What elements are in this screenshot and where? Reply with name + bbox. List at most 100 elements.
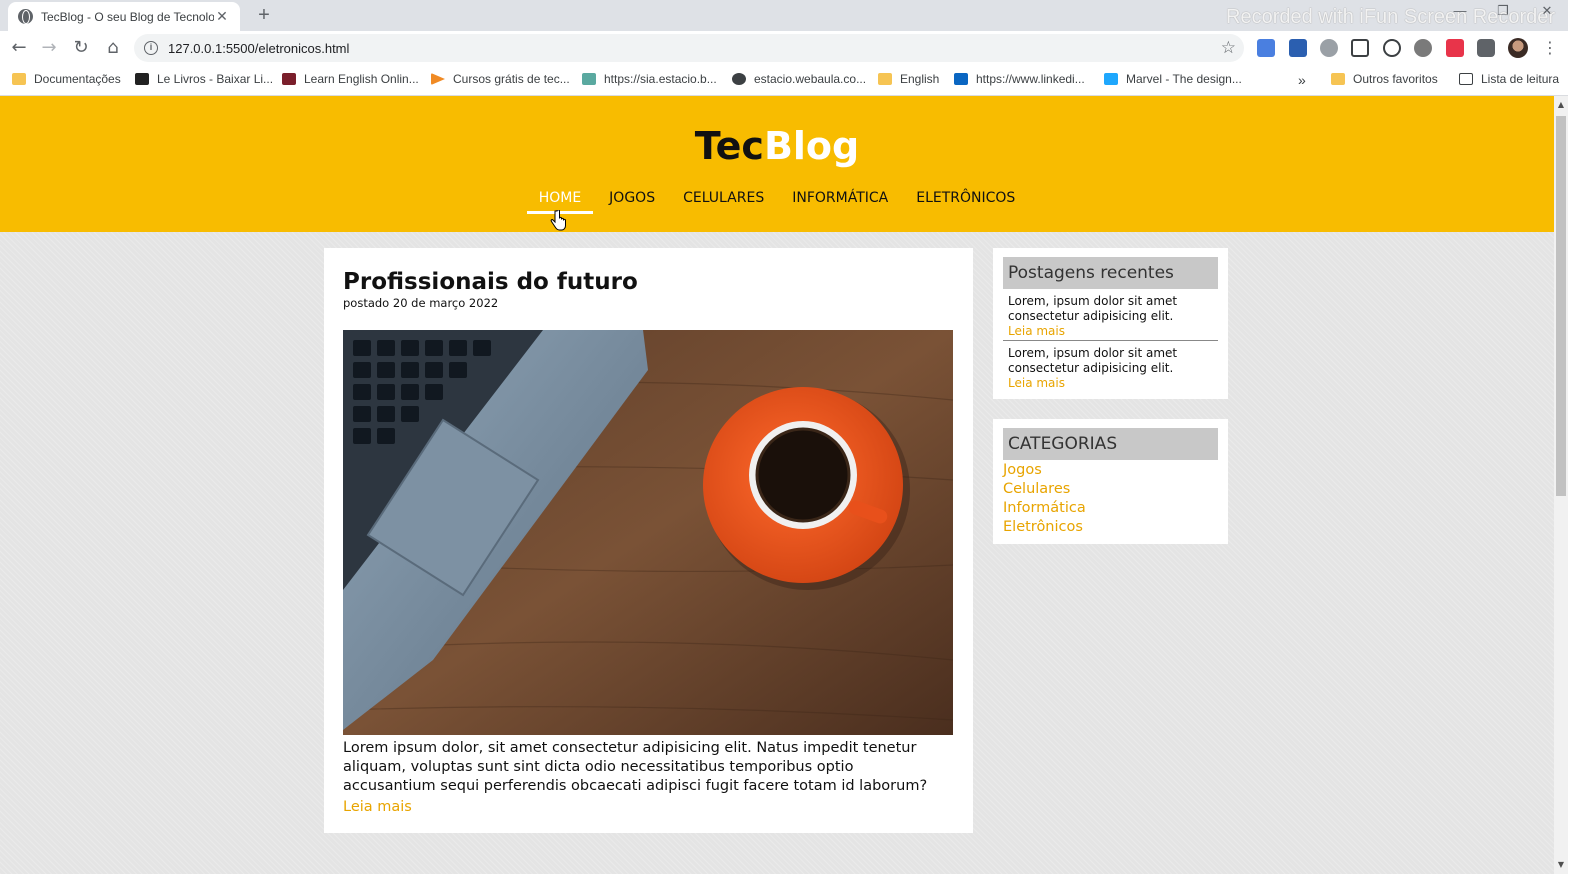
post-excerpt: Lorem ipsum dolor, sit amet consectetur …: [343, 740, 928, 794]
translate-extension-icon[interactable]: [1257, 39, 1275, 57]
nav-celulares[interactable]: CELULARES: [669, 188, 778, 218]
category-link-informatica[interactable]: Informática: [1003, 499, 1218, 518]
marvel-icon: [1104, 73, 1118, 85]
logo-blog: Blog: [763, 124, 860, 168]
post-date: postado 20 de março 2022: [343, 296, 499, 310]
bookmark-item[interactable]: Documentações: [12, 72, 121, 86]
window-close-button[interactable]: ✕: [1527, 0, 1567, 31]
bookmark-item[interactable]: Learn English Onlin...: [282, 72, 419, 86]
bookmark-label: Cursos grátis de tec...: [453, 72, 570, 86]
window-restore-button[interactable]: ❐: [1483, 0, 1523, 31]
puzzle-extensions-icon[interactable]: [1477, 39, 1495, 57]
folder-icon: [878, 73, 892, 85]
bookmark-item[interactable]: Outros favoritos: [1331, 72, 1438, 86]
screenshot-extension-icon[interactable]: [1351, 39, 1369, 57]
tab-strip: TecBlog - O seu Blog de Tecnolo ✕ + Reco…: [0, 0, 1594, 31]
book-icon: [135, 73, 149, 85]
recent-posts-title: Postagens recentes: [1003, 257, 1218, 289]
globe-icon: [732, 73, 746, 85]
window-edge: [1568, 0, 1594, 874]
address-bar[interactable]: i 127.0.0.1:5500/eletronicos.html ☆: [134, 34, 1244, 62]
recent-post-item: Lorem, ipsum dolor sit amet consectetur …: [1003, 341, 1218, 391]
block-extension-icon[interactable]: [1383, 39, 1401, 57]
bookmark-item[interactable]: English: [878, 72, 939, 86]
reading-list-icon: [1459, 73, 1473, 85]
bookmark-label: Documentações: [34, 72, 121, 86]
url-text[interactable]: 127.0.0.1:5500/eletronicos.html: [168, 41, 349, 56]
bookmark-star-icon[interactable]: ☆: [1221, 38, 1236, 58]
post-image: [343, 330, 953, 735]
folder-icon: [1331, 73, 1345, 85]
bookmark-label: Outros favoritos: [1353, 72, 1438, 86]
blog-post: Profissionais do futuro postado 20 de ma…: [324, 248, 973, 833]
profile-avatar[interactable]: [1508, 38, 1528, 58]
bookmark-item[interactable]: Cursos grátis de tec...: [431, 72, 570, 86]
recent-post-text: Lorem, ipsum dolor sit amet consectetur …: [1008, 294, 1178, 323]
nav-informatica[interactable]: INFORMÁTICA: [778, 188, 902, 218]
new-tab-button[interactable]: +: [252, 3, 276, 27]
forward-button[interactable]: →: [37, 36, 61, 60]
categories-widget: CATEGORIAS Jogos Celulares Informática E…: [993, 419, 1228, 544]
bookmark-label: estacio.webaula.co...: [754, 72, 867, 86]
browser-menu-icon[interactable]: ⋮: [1540, 38, 1560, 58]
logo-tec: Tec: [694, 124, 764, 168]
bookmark-label: Learn English Onlin...: [304, 72, 419, 86]
scroll-up-arrow-icon[interactable]: ▲: [1554, 98, 1568, 112]
site-logo[interactable]: TecBlog: [0, 124, 1554, 168]
close-tab-icon[interactable]: ✕: [214, 8, 230, 25]
bookmark-label: Marvel - The design...: [1126, 72, 1242, 86]
bookmark-item[interactable]: Le Livros - Baixar Li...: [135, 72, 273, 86]
extension-icon[interactable]: [1289, 39, 1307, 57]
recent-post-item: Lorem, ipsum dolor sit amet consectetur …: [1003, 289, 1218, 341]
site-info-icon[interactable]: i: [144, 41, 158, 55]
bookmark-label: https://sia.estacio.b...: [604, 72, 717, 86]
recent-posts-widget: Postagens recentes Lorem, ipsum dolor si…: [993, 248, 1228, 399]
window-minimize-button[interactable]: —: [1440, 0, 1480, 31]
recent-post-link[interactable]: Leia mais: [1008, 376, 1065, 390]
cube-icon: [582, 73, 596, 85]
laptop-coffee-illustration: [343, 330, 953, 735]
bookmark-item[interactable]: https://www.linkedi...: [954, 72, 1085, 86]
tab-title: TecBlog - O seu Blog de Tecnolo: [41, 9, 214, 24]
read-more-link[interactable]: Leia mais: [343, 799, 412, 815]
site-header: TecBlog HOME JOGOS CELULARES INFORMÁTICA…: [0, 96, 1554, 232]
hand-cursor-icon: [550, 210, 566, 231]
bookmark-label: https://www.linkedi...: [976, 72, 1085, 86]
category-link-eletronicos[interactable]: Eletrônicos: [1003, 518, 1218, 537]
reload-button[interactable]: ↻: [69, 36, 93, 60]
web-page: TecBlog HOME JOGOS CELULARES INFORMÁTICA…: [0, 96, 1554, 874]
folder-icon: [12, 73, 26, 85]
play-icon: [431, 73, 445, 85]
reading-list-button[interactable]: Lista de leitura: [1459, 72, 1559, 86]
bookmarks-overflow-button[interactable]: »: [1298, 72, 1306, 88]
browser-tab[interactable]: TecBlog - O seu Blog de Tecnolo ✕: [8, 2, 240, 31]
colorful-extension-icon[interactable]: [1446, 39, 1464, 57]
post-title[interactable]: Profissionais do futuro: [343, 268, 954, 296]
recent-post-text: Lorem, ipsum dolor sit amet consectetur …: [1008, 346, 1178, 375]
main-nav: HOME JOGOS CELULARES INFORMÁTICA ELETRÔN…: [0, 188, 1554, 218]
page-scrollbar[interactable]: ▲ ▼: [1554, 96, 1568, 874]
adblock-extension-icon[interactable]: [1320, 39, 1338, 57]
linkedin-icon: [954, 73, 968, 85]
bookmark-label: Le Livros - Baixar Li...: [157, 72, 274, 86]
recent-post-link[interactable]: Leia mais: [1008, 324, 1065, 338]
star-logo-icon: [282, 73, 296, 85]
nav-eletronicos[interactable]: ELETRÔNICOS: [902, 188, 1029, 218]
recorder-extension-icon[interactable]: [1414, 39, 1432, 57]
bookmark-item[interactable]: Marvel - The design...: [1104, 72, 1242, 86]
browser-toolbar: ← → ↻ ⌂ i 127.0.0.1:5500/eletronicos.htm…: [0, 31, 1594, 65]
bookmark-label: Lista de leitura: [1481, 72, 1560, 86]
bookmark-label: English: [900, 72, 940, 86]
bookmarks-bar: Documentações Le Livros - Baixar Li... L…: [0, 65, 1594, 96]
categories-title: CATEGORIAS: [1003, 428, 1218, 460]
nav-jogos[interactable]: JOGOS: [595, 188, 669, 218]
scroll-down-arrow-icon[interactable]: ▼: [1554, 858, 1568, 872]
category-link-celulares[interactable]: Celulares: [1003, 480, 1218, 499]
bookmark-item[interactable]: estacio.webaula.co...: [732, 72, 866, 86]
category-link-jogos[interactable]: Jogos: [1003, 461, 1218, 480]
bookmark-item[interactable]: https://sia.estacio.b...: [582, 72, 717, 86]
globe-icon: [18, 9, 33, 24]
back-button[interactable]: ←: [7, 36, 31, 60]
scroll-thumb[interactable]: [1556, 116, 1566, 496]
home-button[interactable]: ⌂: [101, 36, 125, 60]
